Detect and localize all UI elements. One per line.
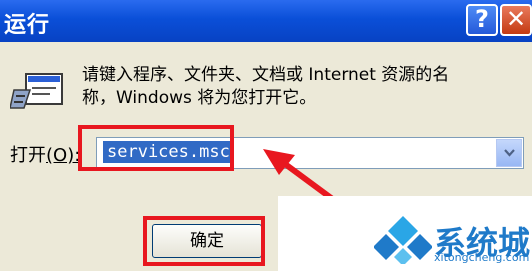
open-label-text: 打开 [10,145,46,166]
description-text: 请键入程序、文件夹、文档或 Internet 资源的名 称，Windows 将为… [82,64,522,110]
windows-logo-icon [374,216,432,264]
description-line-2: 称，Windows 将为您打开它。 [82,88,317,108]
open-field-label: 打开(O): [10,141,80,167]
window-title: 运行 [4,13,51,38]
close-button[interactable]: ✕ [500,4,532,36]
input-highlight-box [78,125,234,171]
dropdown-chevron-icon [504,149,515,157]
dropdown-button[interactable] [496,139,522,167]
watermark-url: xitongcheng.com [434,251,530,264]
help-icon: ? [475,5,489,33]
title-bar: 运行 ? ✕ [0,0,532,42]
open-label-hotkey: (O): [46,145,81,166]
ok-highlight-box [143,216,265,266]
close-icon: ✕ [505,5,527,33]
help-button[interactable]: ? [466,4,498,36]
description-line-1: 请键入程序、文件夹、文档或 Internet 资源的名 [82,65,450,85]
run-program-icon [10,73,63,109]
